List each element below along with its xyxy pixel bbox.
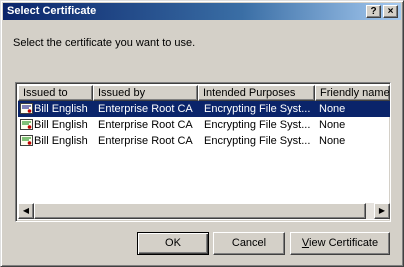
scroll-right-icon[interactable]: ▶ <box>374 203 390 219</box>
ok-button[interactable]: OK <box>137 232 209 255</box>
cell-issued-by: Enterprise Root CA <box>98 103 193 115</box>
view-certificate-button[interactable]: View Certificate <box>290 232 390 255</box>
certificate-icon <box>20 135 33 146</box>
column-header-friendly-name[interactable]: Friendly name <box>315 85 390 101</box>
column-header-issued-to[interactable]: Issued to <box>18 85 93 101</box>
title-bar[interactable]: Select Certificate ? × <box>3 3 401 20</box>
select-certificate-dialog: Select Certificate ? × Select the certif… <box>0 0 404 267</box>
certificate-icon <box>20 103 33 114</box>
certificate-icon <box>20 119 33 130</box>
cell-friendly-name: None <box>319 119 346 131</box>
horizontal-scrollbar[interactable]: ◀ ▶ <box>18 203 390 219</box>
scroll-left-icon[interactable]: ◀ <box>18 203 34 219</box>
cell-issued-by: Enterprise Root CA <box>98 135 193 147</box>
instruction-text: Select the certificate you want to use. <box>13 37 196 49</box>
list-item[interactable]: Bill English Enterprise Root CA Encrypti… <box>18 133 390 149</box>
close-button[interactable]: × <box>383 5 398 18</box>
cell-issued-to: Bill English <box>34 119 88 131</box>
list-item[interactable]: Bill English Enterprise Root CA Encrypti… <box>18 117 390 133</box>
list-item[interactable]: Bill English Enterprise Root CA Encrypti… <box>18 101 390 117</box>
scroll-thumb[interactable] <box>34 203 366 219</box>
cell-issued-by: Enterprise Root CA <box>98 119 193 131</box>
dialog-title: Select Certificate <box>7 5 97 17</box>
column-header-intended-purposes[interactable]: Intended Purposes <box>198 85 315 101</box>
cell-intended-purposes: Encrypting File Syst... <box>204 119 311 131</box>
cell-issued-to: Bill English <box>34 103 88 115</box>
cell-friendly-name: None <box>319 135 346 147</box>
certificate-list[interactable]: Issued to Issued by Intended Purposes Fr… <box>15 82 391 222</box>
help-button[interactable]: ? <box>366 5 381 18</box>
cancel-button[interactable]: Cancel <box>213 232 285 255</box>
cell-friendly-name: None <box>319 103 346 115</box>
cell-intended-purposes: Encrypting File Syst... <box>204 135 311 147</box>
list-header: Issued to Issued by Intended Purposes Fr… <box>18 85 390 101</box>
cell-intended-purposes: Encrypting File Syst... <box>204 103 311 115</box>
column-header-issued-by[interactable]: Issued by <box>93 85 198 101</box>
cell-issued-to: Bill English <box>34 135 88 147</box>
